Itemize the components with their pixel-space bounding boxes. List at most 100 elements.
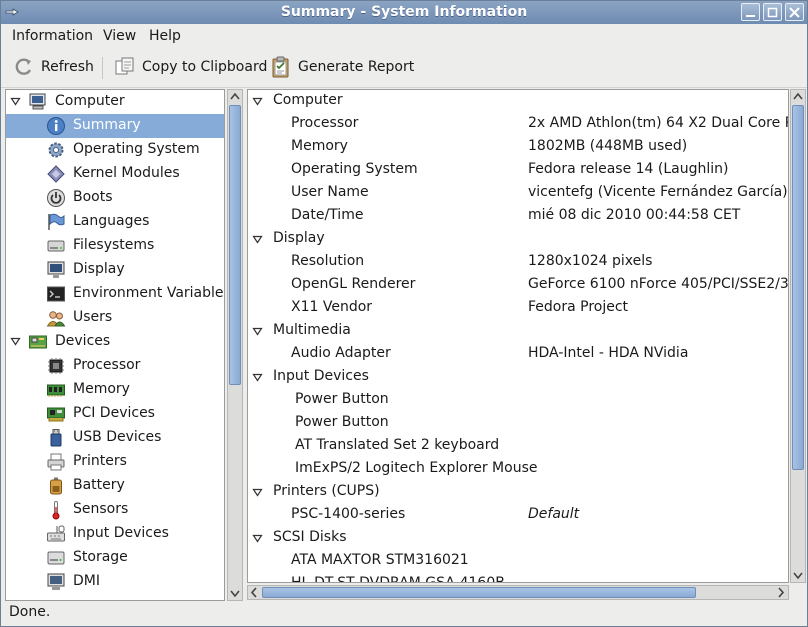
refresh-button[interactable]: Refresh bbox=[13, 56, 95, 80]
info-row[interactable]: Operating System Fedora release 14 (Laugh… bbox=[248, 159, 788, 182]
scroll-up-icon[interactable] bbox=[791, 90, 805, 104]
title-bar[interactable]: Summary - System Information bbox=[1, 1, 807, 24]
info-group-header[interactable]: Display bbox=[248, 228, 788, 251]
scroll-up-icon[interactable] bbox=[228, 90, 242, 104]
scroll-down-icon[interactable] bbox=[228, 586, 242, 600]
info-row[interactable]: Power Button bbox=[248, 412, 788, 435]
scroll-left-icon[interactable] bbox=[248, 586, 261, 599]
info-group-header[interactable]: Printers (CUPS) bbox=[248, 481, 788, 504]
sidebar-item-processor[interactable]: Processor bbox=[6, 354, 224, 378]
maximize-icon bbox=[767, 7, 778, 18]
sidebar-item-pci-devices[interactable]: PCI Devices bbox=[6, 402, 224, 426]
expander-icon[interactable] bbox=[10, 96, 21, 107]
generate-report-button[interactable]: Generate Report bbox=[270, 56, 414, 80]
storage-icon bbox=[47, 551, 65, 565]
gear-icon bbox=[48, 142, 64, 158]
info-row[interactable]: Date/Time mié 08 dic 2010 00:44:58 CET bbox=[248, 205, 788, 228]
keyboard-icon bbox=[47, 525, 65, 542]
info-row[interactable]: X11 Vendor Fedora Project bbox=[248, 297, 788, 320]
info-row[interactable]: ATA MAXTOR STM316021 bbox=[248, 550, 788, 573]
info-key: HL-DT-ST DVDRAM GSA-4160B bbox=[291, 575, 505, 583]
sidebar-item-operating-system[interactable]: Operating System bbox=[6, 138, 224, 162]
info-row[interactable]: PSC-1400-series Default bbox=[248, 504, 788, 527]
expander-icon[interactable] bbox=[252, 326, 263, 337]
info-row[interactable]: Resolution 1280x1024 pixels bbox=[248, 251, 788, 274]
info-scroll-thumb[interactable] bbox=[792, 105, 804, 470]
info-group-header[interactable]: Multimedia bbox=[248, 320, 788, 343]
sidebar-item-users[interactable]: Users bbox=[6, 306, 224, 330]
battery-icon bbox=[50, 477, 62, 495]
info-group-header[interactable]: SCSI Disks bbox=[248, 527, 788, 550]
sidebar-item-storage[interactable]: Storage bbox=[6, 546, 224, 570]
sidebar-item-label: USB Devices bbox=[73, 429, 162, 445]
info-key: Power Button bbox=[295, 391, 389, 407]
info-key: Power Button bbox=[295, 414, 389, 430]
sidebar-item-dmi[interactable]: DMI bbox=[6, 570, 224, 594]
maximize-button[interactable] bbox=[763, 3, 782, 21]
info-scrollbar[interactable] bbox=[790, 89, 806, 583]
sidebar-item-sensors[interactable]: Sensors bbox=[6, 498, 224, 522]
info-value: GeForce 6100 nForce 405/PCI/SSE2/3DN bbox=[528, 276, 789, 292]
scroll-down-icon[interactable] bbox=[791, 568, 805, 582]
sidebar-item-display[interactable]: Display bbox=[6, 258, 224, 282]
info-row[interactable]: Audio Adapter HDA-Intel - HDA NVidia bbox=[248, 343, 788, 366]
expander-icon[interactable] bbox=[252, 96, 263, 107]
info-value: mié 08 dic 2010 00:44:58 CET bbox=[528, 207, 741, 223]
expander-icon[interactable] bbox=[252, 533, 263, 544]
sidebar-item-memory[interactable]: Memory bbox=[6, 378, 224, 402]
expander-icon[interactable] bbox=[10, 336, 21, 347]
sidebar-item-filesystems[interactable]: Filesystems bbox=[6, 234, 224, 258]
info-value: 1280x1024 pixels bbox=[528, 253, 653, 269]
sidebar-item-environment-variables[interactable]: Environment Variables bbox=[6, 282, 224, 306]
info-row[interactable]: OpenGL Renderer GeForce 6100 nForce 405/P… bbox=[248, 274, 788, 297]
info-key: AT Translated Set 2 keyboard bbox=[295, 437, 500, 453]
sidebar-item-battery[interactable]: Battery bbox=[6, 474, 224, 498]
info-key: User Name bbox=[291, 184, 369, 200]
sidebar-item-label: Devices bbox=[55, 333, 111, 349]
info-key: ImExPS/2 Logitech Explorer Mouse bbox=[295, 460, 538, 476]
sidebar-item-computer[interactable]: Computer bbox=[6, 90, 224, 114]
copy-to-clipboard-button[interactable]: Copy to Clipboard bbox=[114, 56, 267, 80]
sidebar-item-label: Operating System bbox=[73, 141, 200, 157]
info-row[interactable]: User Name vicentefg (Vicente Fernández Ga… bbox=[248, 182, 788, 205]
menu-view[interactable]: View bbox=[103, 28, 136, 44]
menu-information[interactable]: Information bbox=[12, 28, 93, 44]
sidebar-item-devices[interactable]: Devices bbox=[6, 330, 224, 354]
sidebar-item-languages[interactable]: Languages bbox=[6, 210, 224, 234]
info-row[interactable]: ImExPS/2 Logitech Explorer Mouse bbox=[248, 458, 788, 481]
close-button[interactable] bbox=[785, 3, 804, 21]
report-label: Generate Report bbox=[298, 59, 415, 75]
sidebar-item-printers[interactable]: Printers bbox=[6, 450, 224, 474]
sidebar-tree[interactable]: Computer Summary Operating System Kernel Mo… bbox=[5, 89, 225, 601]
info-panel[interactable]: Computer Processor 2x AMD Athlon(tm) 64 X2… bbox=[247, 89, 789, 583]
info-horizontal-scrollbar[interactable] bbox=[247, 585, 789, 600]
info-group-header[interactable]: Input Devices bbox=[248, 366, 788, 389]
info-row[interactable]: HL-DT-ST DVDRAM GSA-4160B bbox=[248, 573, 788, 583]
expander-icon[interactable] bbox=[252, 372, 263, 383]
board-icon bbox=[29, 335, 47, 349]
sidebar-scroll-thumb[interactable] bbox=[229, 105, 241, 385]
info-row[interactable]: Power Button bbox=[248, 389, 788, 412]
expander-icon[interactable] bbox=[252, 487, 263, 498]
minimize-button[interactable] bbox=[741, 3, 760, 21]
sidebar-item-summary[interactable]: Summary bbox=[6, 114, 224, 138]
sidebar-item-usb-devices[interactable]: USB Devices bbox=[6, 426, 224, 450]
info-row[interactable]: Memory 1802MB (448MB used) bbox=[248, 136, 788, 159]
scroll-right-icon[interactable] bbox=[774, 586, 787, 599]
clipboard-report-icon bbox=[272, 56, 289, 78]
horizontal-scroll-thumb[interactable] bbox=[262, 587, 696, 598]
info-row[interactable]: AT Translated Set 2 keyboard bbox=[248, 435, 788, 458]
info-row[interactable]: Processor 2x AMD Athlon(tm) 64 X2 Dual Co… bbox=[248, 113, 788, 136]
sidebar-item-label: Battery bbox=[73, 477, 125, 493]
sidebar-item-kernel-modules[interactable]: Kernel Modules bbox=[6, 162, 224, 186]
info-group-header[interactable]: Computer bbox=[248, 90, 788, 113]
usb-icon bbox=[50, 429, 62, 447]
dmi-icon bbox=[47, 573, 65, 590]
sidebar-scrollbar[interactable] bbox=[227, 89, 243, 601]
menu-help[interactable]: Help bbox=[149, 28, 181, 44]
sidebar-item-boots[interactable]: Boots bbox=[6, 186, 224, 210]
status-bar: Done. bbox=[1, 602, 807, 626]
expander-icon[interactable] bbox=[252, 234, 263, 245]
sidebar-item-input-devices[interactable]: Input Devices bbox=[6, 522, 224, 546]
sidebar-item-label: Input Devices bbox=[73, 525, 169, 541]
